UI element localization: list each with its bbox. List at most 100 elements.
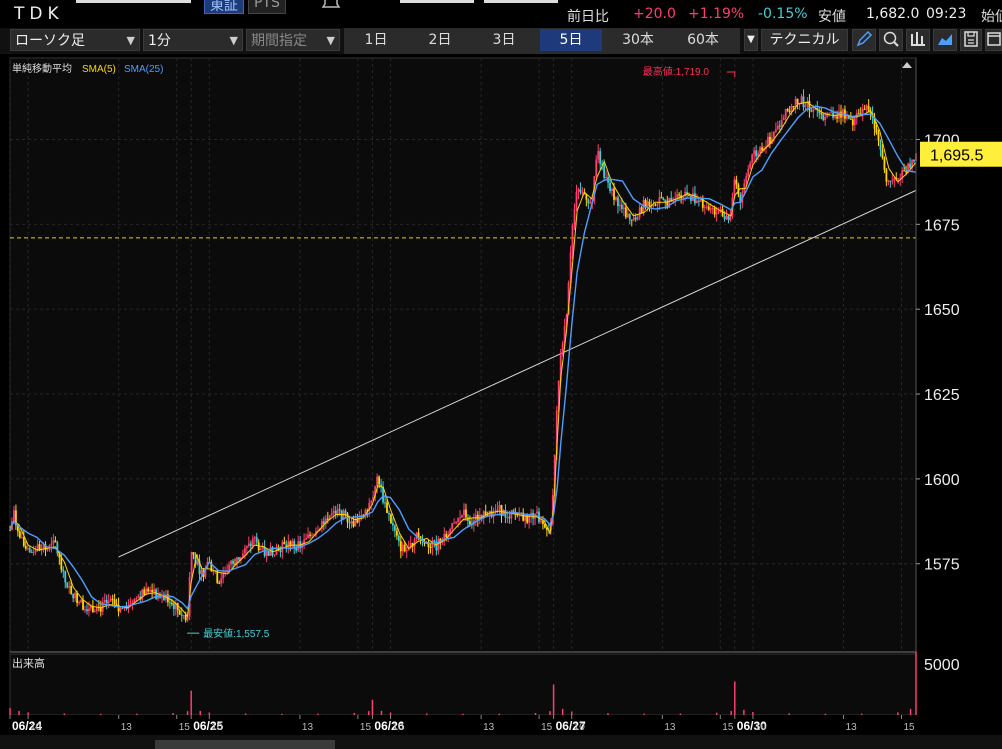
candle-body xyxy=(390,514,392,524)
candle-body xyxy=(93,611,96,613)
range-5d[interactable]: 5日 xyxy=(540,29,602,51)
candle-body xyxy=(881,149,884,158)
candle-body xyxy=(338,509,341,511)
candle-body xyxy=(747,168,750,176)
period-select[interactable]: 期間指定 ▼ xyxy=(246,29,340,51)
time-tick-label: 15 xyxy=(541,722,553,733)
price-tick-label: 1625 xyxy=(924,387,960,404)
time-tick-label: 10 xyxy=(211,722,223,733)
high-annotation: 最高値:1,719.0 xyxy=(643,65,710,78)
candle-body xyxy=(330,513,333,516)
chart-type-select[interactable]: ローソク足 ▼ xyxy=(10,29,140,51)
candle-body xyxy=(711,208,714,210)
candle-body xyxy=(603,165,606,178)
range-more-button[interactable]: ▼ xyxy=(744,29,758,51)
volume-label: 出来高 xyxy=(12,656,45,670)
candle-body xyxy=(401,544,404,552)
header-field xyxy=(76,0,191,3)
candle-body xyxy=(66,582,69,588)
candle-body xyxy=(703,206,706,208)
zoom-button[interactable] xyxy=(879,29,903,51)
save-button[interactable] xyxy=(960,29,982,51)
candle-body xyxy=(461,515,463,518)
candle-body xyxy=(725,215,728,219)
candle-body xyxy=(883,157,886,170)
candle-body xyxy=(178,610,181,615)
technical-button[interactable]: テクニカル xyxy=(761,29,848,51)
candle-body xyxy=(828,112,831,114)
candle-body xyxy=(713,208,716,215)
candle-body xyxy=(636,217,639,220)
candle-body xyxy=(688,195,690,197)
interval-select[interactable]: 1分 ▼ xyxy=(143,29,243,51)
candle-body xyxy=(849,118,852,120)
candle-body xyxy=(153,589,155,592)
candle-bar-button[interactable] xyxy=(906,29,930,51)
top-bar: TDK 東証 PTS 前日比 +20.0 +1.19% -0.15% 安値 1,… xyxy=(0,0,1002,28)
candle-body xyxy=(812,109,815,112)
candle-body xyxy=(536,511,538,514)
candle-body xyxy=(630,219,633,221)
candle-body xyxy=(311,534,313,536)
candle-body xyxy=(735,179,738,185)
candle-body xyxy=(589,202,592,204)
candle-body xyxy=(721,209,724,217)
candle-body xyxy=(879,140,882,150)
time-tick-label: 15 xyxy=(360,722,372,733)
candle-body xyxy=(261,547,264,549)
candle-body xyxy=(395,530,398,536)
candle-body xyxy=(437,538,440,551)
candle-body xyxy=(259,548,262,551)
candle-body xyxy=(727,215,730,221)
candle-body xyxy=(457,518,459,523)
candle-body xyxy=(759,147,761,153)
candle-body xyxy=(599,151,602,164)
candle-body xyxy=(619,204,621,207)
candle-body xyxy=(692,193,694,201)
candle-body xyxy=(405,550,408,552)
window-button[interactable] xyxy=(985,29,1002,51)
price-chart[interactable]: 157516001625165016751700 5000 06/2410 13 1… xyxy=(0,56,1002,749)
candle-body xyxy=(459,517,461,519)
candle-body xyxy=(151,590,154,592)
candle-body xyxy=(13,510,15,522)
candle-body xyxy=(749,162,752,169)
candle-body xyxy=(453,522,456,524)
range-60bars[interactable]: 60本 xyxy=(670,29,736,51)
candle-body xyxy=(705,206,708,208)
candle-body xyxy=(149,590,152,592)
sma5-legend: SMA(5) xyxy=(82,64,116,75)
candle-body xyxy=(190,552,193,577)
candle-body xyxy=(200,570,203,575)
candle-body xyxy=(388,512,390,515)
candle-body xyxy=(820,113,823,115)
price-tick-label: 1675 xyxy=(924,217,960,234)
candle-body xyxy=(26,547,29,549)
candle-body xyxy=(309,534,311,536)
price-tick-label: 1600 xyxy=(924,472,960,489)
area-chart-button[interactable] xyxy=(933,29,957,51)
candle-body xyxy=(512,510,515,512)
range-1d[interactable]: 1日 xyxy=(344,29,408,51)
tab-pts[interactable]: PTS xyxy=(248,0,286,14)
candle-body xyxy=(68,585,71,588)
range-2d[interactable]: 2日 xyxy=(408,29,472,51)
candle-body xyxy=(622,207,625,209)
candle-body xyxy=(851,119,854,126)
range-3d[interactable]: 3日 xyxy=(472,29,536,51)
candle-body xyxy=(20,537,23,539)
change-value: +20.0 xyxy=(633,6,676,22)
candle-body xyxy=(628,213,631,220)
range-30bars[interactable]: 30本 xyxy=(606,29,670,51)
candle-body xyxy=(109,598,112,602)
candle-body xyxy=(172,603,175,609)
pencil-button[interactable] xyxy=(852,29,876,51)
prev-day-label: 前日比 xyxy=(567,9,609,25)
bell-icon[interactable] xyxy=(320,0,342,10)
candle-body xyxy=(761,147,763,151)
sma25-legend: SMA(25) xyxy=(124,64,163,75)
candle-body xyxy=(60,557,63,570)
candle-body xyxy=(32,552,35,554)
current-price-label: 1,695.5 xyxy=(930,148,983,165)
tab-tse[interactable]: 東証 xyxy=(204,0,244,14)
